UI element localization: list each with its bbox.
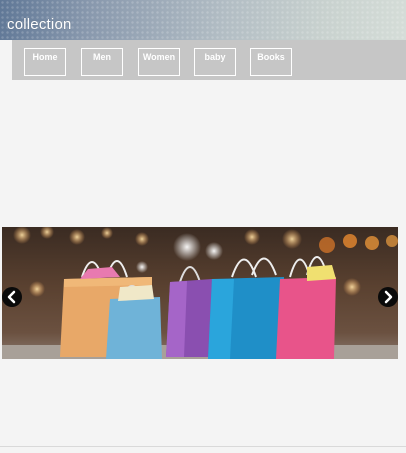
nav-item-books[interactable]: Books bbox=[250, 48, 292, 76]
carousel-banner bbox=[2, 227, 398, 359]
chevron-left-icon bbox=[7, 290, 16, 304]
nav-item-home[interactable]: Home bbox=[24, 48, 66, 76]
chevron-right-icon bbox=[384, 290, 393, 304]
nav-item-men[interactable]: Men bbox=[81, 48, 123, 76]
nav-bar: Home Men Women baby Books bbox=[12, 40, 406, 80]
site-title: collection bbox=[7, 16, 72, 33]
site-header: collection bbox=[0, 0, 406, 40]
carousel-next-button[interactable] bbox=[378, 287, 398, 307]
footer-divider bbox=[0, 446, 406, 447]
nav-item-baby[interactable]: baby bbox=[194, 48, 236, 76]
shopping-bags-image bbox=[2, 227, 398, 359]
nav-item-women[interactable]: Women bbox=[138, 48, 180, 76]
carousel-prev-button[interactable] bbox=[2, 287, 22, 307]
